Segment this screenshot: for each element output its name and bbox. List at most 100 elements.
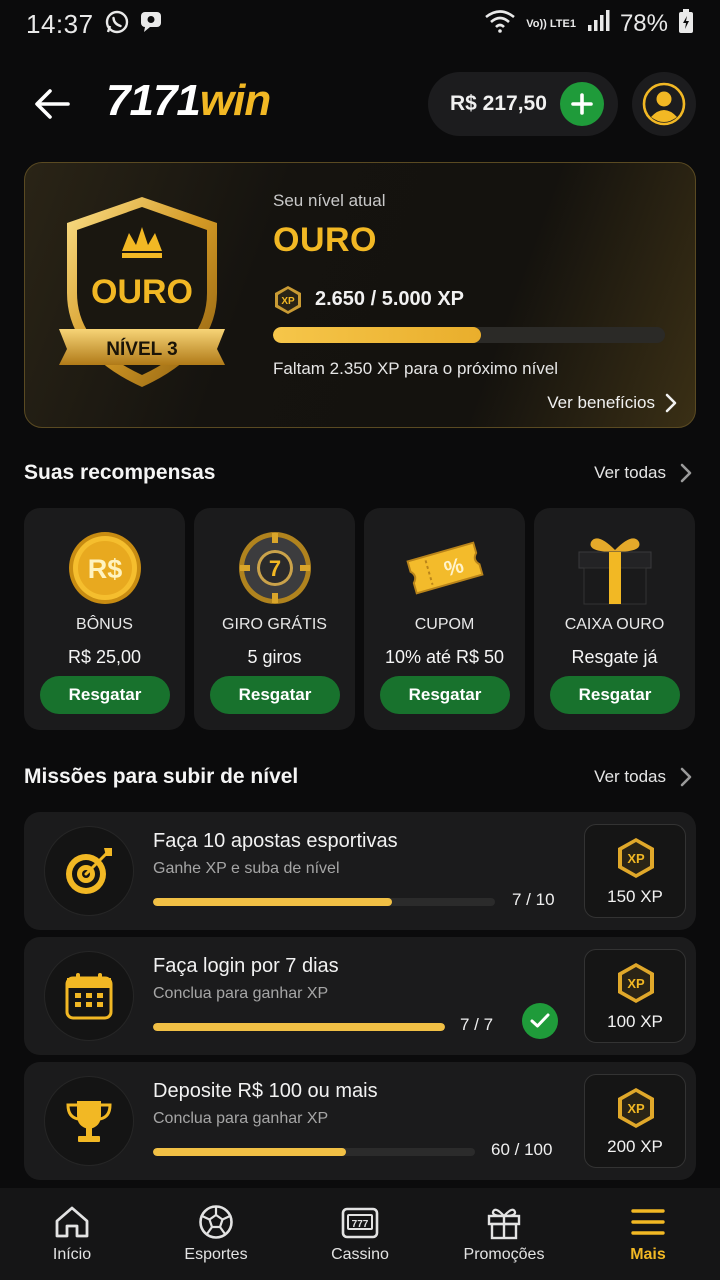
wifi-icon bbox=[484, 9, 516, 40]
brand-logo[interactable]: 7171win bbox=[106, 76, 271, 126]
slot-machine-icon: 777 bbox=[340, 1204, 380, 1240]
reward-name: CAIXA OURO bbox=[564, 616, 665, 633]
completed-check-icon bbox=[522, 1003, 558, 1039]
mission-progress-bar bbox=[153, 1023, 445, 1031]
claim-button[interactable]: Resgatar bbox=[210, 676, 340, 714]
claim-button[interactable]: Resgatar bbox=[380, 676, 510, 714]
mission-card[interactable]: Deposite R$ 100 ou mais Conclua para gan… bbox=[24, 1062, 696, 1180]
network-indicator: Vo)) LTE1 bbox=[526, 17, 576, 30]
svg-text:777: 777 bbox=[352, 1219, 369, 1230]
level-subtitle: Seu nível atual bbox=[273, 191, 386, 210]
balance-amount: R$ 217,50 bbox=[450, 92, 547, 115]
mission-card[interactable]: Faça 10 apostas esportivas Ganhe XP e su… bbox=[24, 812, 696, 930]
coin-icon: R$ bbox=[65, 530, 145, 606]
arrow-left-icon bbox=[35, 89, 70, 119]
trophy-icon bbox=[44, 1076, 134, 1166]
svg-text:XP: XP bbox=[627, 1101, 645, 1116]
xp-progress-text: 2.650 / 5.000 XP bbox=[315, 288, 465, 310]
mission-title: Deposite R$ 100 ou mais bbox=[153, 1080, 378, 1102]
svg-text:XP: XP bbox=[281, 296, 295, 307]
balance-pill[interactable]: R$ 217,50 bbox=[428, 72, 618, 136]
add-funds-button[interactable] bbox=[560, 82, 604, 126]
reward-value: 5 giros bbox=[247, 647, 302, 667]
chat-icon bbox=[138, 9, 164, 40]
view-benefits-link[interactable]: Ver benefícios bbox=[547, 393, 677, 413]
user-icon bbox=[642, 82, 686, 126]
nav-item-home[interactable]: Início bbox=[0, 1188, 144, 1280]
nav-label: Cassino bbox=[331, 1246, 389, 1263]
reward-card-free-spin[interactable]: 7 GIRO GRÁTIS 5 giros Resgatar bbox=[194, 508, 355, 730]
rewards-section-title: Suas recompensas bbox=[24, 461, 216, 484]
home-icon bbox=[52, 1204, 92, 1240]
reward-card-coupon[interactable]: % CUPOM 10% até R$ 50 Resgatar bbox=[364, 508, 525, 730]
xp-progress-fill bbox=[273, 327, 481, 343]
mission-xp-amount: 200 XP bbox=[607, 1137, 663, 1156]
gift-box-icon bbox=[575, 530, 655, 606]
reward-card-gold-box[interactable]: CAIXA OURO Resgate já Resgatar bbox=[534, 508, 695, 730]
mission-progress-bar bbox=[153, 898, 495, 906]
rewards-see-all-label: Ver todas bbox=[594, 463, 666, 482]
plus-icon bbox=[571, 93, 593, 115]
nav-label: Mais bbox=[630, 1246, 666, 1263]
view-benefits-label: Ver benefícios bbox=[547, 393, 655, 412]
svg-text:7: 7 bbox=[268, 556, 280, 581]
nav-item-casino[interactable]: 777 Cassino bbox=[288, 1188, 432, 1280]
nav-label: Esportes bbox=[184, 1246, 248, 1263]
nav-label: Promoções bbox=[463, 1246, 545, 1263]
reward-card-bonus[interactable]: R$ BÔNUS R$ 25,00 Resgatar bbox=[24, 508, 185, 730]
mission-progress-text: 7 / 7 bbox=[460, 1015, 494, 1034]
target-icon bbox=[44, 826, 134, 916]
calendar-icon bbox=[44, 951, 134, 1041]
level-name: OURO bbox=[273, 221, 377, 259]
mission-xp-reward: XP 200 XP bbox=[584, 1074, 686, 1168]
level-shield-badge: OURO NÍVEL 3 bbox=[59, 197, 225, 387]
svg-text:XP: XP bbox=[627, 976, 645, 991]
mission-progress-fill bbox=[153, 1023, 445, 1031]
battery-icon bbox=[678, 8, 694, 41]
xp-badge-icon: XP bbox=[618, 963, 654, 1003]
shield-level-title: OURO bbox=[91, 273, 193, 311]
mission-subtitle: Conclua para ganhar XP bbox=[153, 1110, 329, 1127]
xp-badge-icon: XP bbox=[618, 1088, 654, 1128]
chevron-right-icon bbox=[680, 767, 692, 787]
status-bar: 14:37 Vo)) LTE1 78% bbox=[0, 0, 720, 48]
nav-item-more[interactable]: Mais bbox=[576, 1188, 720, 1280]
chevron-right-icon bbox=[680, 463, 692, 483]
nav-item-sports[interactable]: Esportes bbox=[144, 1188, 288, 1280]
chevron-right-icon bbox=[665, 393, 677, 413]
mission-xp-reward: XP 100 XP bbox=[584, 949, 686, 1043]
level-card: OURO NÍVEL 3 Seu nível atual OURO XP 2.6… bbox=[24, 162, 696, 428]
mission-subtitle: Conclua para ganhar XP bbox=[153, 985, 329, 1002]
mission-progress-text: 7 / 10 bbox=[512, 890, 555, 909]
xp-badge-icon: XP bbox=[275, 286, 301, 314]
logo-number: 7171 bbox=[106, 76, 201, 125]
nav-item-promotions[interactable]: Promoções bbox=[432, 1188, 576, 1280]
battery-text: 78% bbox=[619, 10, 668, 37]
nav-label: Início bbox=[52, 1246, 92, 1263]
profile-avatar-button[interactable] bbox=[632, 72, 696, 136]
whatsapp-icon bbox=[104, 9, 130, 40]
gift-icon bbox=[484, 1204, 524, 1240]
back-button[interactable] bbox=[28, 80, 76, 128]
menu-icon bbox=[628, 1204, 668, 1240]
status-time: 14:37 bbox=[26, 8, 94, 39]
xp-badge-icon: XP bbox=[618, 838, 654, 878]
mission-title: Faça login por 7 dias bbox=[153, 955, 339, 977]
claim-button[interactable]: Resgatar bbox=[40, 676, 170, 714]
app-header: 7171win R$ 217,50 bbox=[0, 68, 720, 140]
missions-see-all-link[interactable]: Ver todas bbox=[594, 767, 692, 787]
rewards-list: R$ BÔNUS R$ 25,00 Resgatar 7 GIRO GRÁTIS… bbox=[24, 508, 696, 730]
mission-subtitle: Ganhe XP e suba de nível bbox=[153, 860, 340, 877]
mission-xp-reward: XP 150 XP bbox=[584, 824, 686, 918]
svg-text:R$: R$ bbox=[87, 554, 122, 584]
signal-icon bbox=[586, 9, 610, 40]
reward-name: CUPOM bbox=[414, 616, 475, 633]
mission-card[interactable]: Faça login por 7 dias Conclua para ganha… bbox=[24, 937, 696, 1055]
rewards-see-all-link[interactable]: Ver todas bbox=[594, 463, 692, 483]
missions-section-title: Missões para subir de nível bbox=[24, 765, 299, 788]
reward-name: GIRO GRÁTIS bbox=[222, 616, 327, 633]
claim-button[interactable]: Resgatar bbox=[550, 676, 680, 714]
bottom-navigation: Início Esportes 777 Cassino Promoções Ma… bbox=[0, 1188, 720, 1280]
reward-name: BÔNUS bbox=[76, 616, 133, 633]
shield-level-ribbon: NÍVEL 3 bbox=[106, 338, 177, 360]
